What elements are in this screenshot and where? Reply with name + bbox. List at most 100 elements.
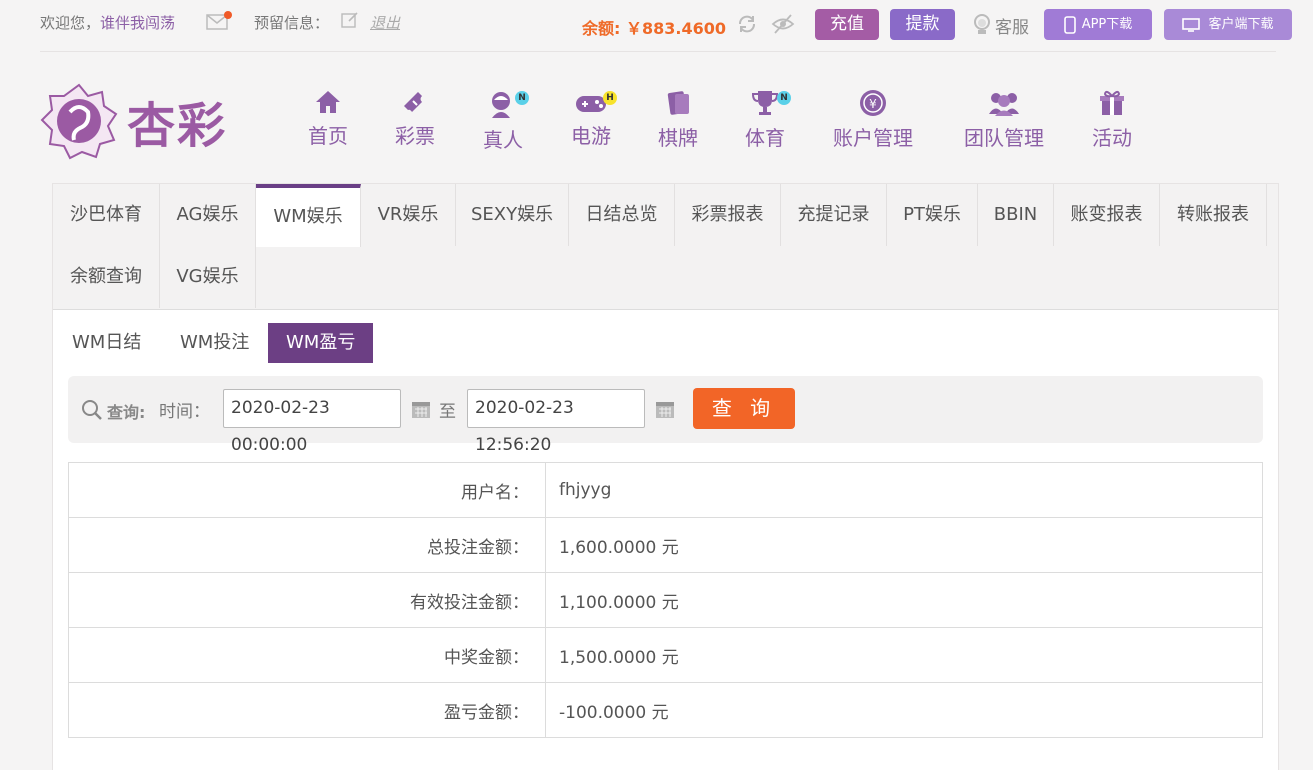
home-icon	[316, 91, 340, 113]
nav-live-label: 真人	[483, 128, 523, 152]
win-amount-value: 1,500.0000 元	[545, 627, 1263, 683]
logo-emblem-icon	[40, 83, 118, 160]
tab-balance-change[interactable]: 账变报表	[1054, 184, 1160, 246]
tab-bbin[interactable]: BBIN	[978, 184, 1054, 246]
nav-home-label: 首页	[308, 124, 348, 148]
nav-home[interactable]: 首页	[302, 88, 354, 149]
nav-slots-label: 电游	[571, 124, 611, 148]
nav-sports[interactable]: N 体育	[739, 88, 791, 151]
subtab-wm-bets[interactable]: WM投注	[176, 323, 253, 363]
report-tabs: 沙巴体育 AG娱乐 WM娱乐 VR娱乐 SEXY娱乐 日结总览 彩票报表 充提记…	[53, 184, 1278, 310]
service-link[interactable]: 客服	[995, 13, 1029, 38]
nav-promotions[interactable]: 活动	[1086, 88, 1138, 151]
nav-promotions-label: 活动	[1092, 126, 1132, 150]
tab-deposit-withdraw[interactable]: 充提记录	[781, 184, 887, 246]
end-time-input[interactable]: 2020-02-23 12:56:20	[467, 389, 645, 455]
tab-balance-query[interactable]: 余额查询	[53, 246, 160, 308]
query-label: 查询:	[107, 403, 146, 422]
badge-new: N	[777, 91, 791, 105]
charge-button[interactable]: 充值	[815, 9, 879, 40]
tab-vr[interactable]: VR娱乐	[361, 184, 456, 246]
tab-sexy[interactable]: SEXY娱乐	[456, 184, 569, 246]
query-button[interactable]: 查 询	[693, 388, 795, 429]
live-dealer-icon	[492, 92, 510, 118]
nav-lottery[interactable]: 彩票	[389, 88, 441, 149]
profit-loss-key: 盈亏金额：	[68, 682, 546, 738]
hide-balance-icon[interactable]	[771, 13, 795, 39]
tab-daily-summary[interactable]: 日结总览	[569, 184, 675, 246]
lottery-ticket-icon	[404, 92, 426, 112]
profit-loss-value: -100.0000 元	[545, 682, 1263, 738]
phone-icon	[1063, 15, 1076, 34]
svg-text:¥: ¥	[869, 97, 877, 111]
subtab-wm-profit[interactable]: WM盈亏	[268, 323, 374, 363]
top-bar: 欢迎您，谁伴我闯荡 预留信息： 退出 余额: ￥883.4600 充值 提款 客…	[40, 0, 1292, 52]
report-panel: 沙巴体育 AG娱乐 WM娱乐 VR娱乐 SEXY娱乐 日结总览 彩票报表 充提记…	[52, 183, 1279, 770]
badge-hot: H	[603, 91, 617, 105]
tab-vg[interactable]: VG娱乐	[160, 246, 256, 308]
calendar-icon[interactable]	[655, 399, 675, 423]
logo-text: 杏彩	[127, 98, 228, 154]
nav-lottery-label: 彩票	[395, 124, 435, 148]
valid-bet-key: 有效投注金额：	[68, 572, 546, 628]
tab-transfer-report[interactable]: 转账报表	[1160, 184, 1267, 246]
win-amount-key: 中奖金额：	[68, 627, 546, 683]
tab-wm[interactable]: WM娱乐	[256, 184, 361, 247]
app-download-button[interactable]: APP下载	[1044, 9, 1152, 40]
balance: 余额: ￥883.4600	[582, 15, 726, 39]
time-label: 时间：	[159, 402, 210, 422]
gift-icon	[1100, 90, 1124, 115]
username-key: 用户名：	[68, 462, 546, 518]
playing-cards-icon	[667, 91, 689, 115]
edit-icon[interactable]	[341, 11, 359, 33]
withdraw-button[interactable]: 提款	[890, 9, 955, 40]
tab-lottery-report[interactable]: 彩票报表	[675, 184, 781, 246]
balance-value: ￥883.4600	[625, 19, 726, 38]
profit-result-table: 用户名： fhjyyg 总投注金额： 1,600.0000 元 有效投注金额： …	[68, 462, 1263, 738]
query-bar: 查询: 时间： 2020-02-23 00:00:00 至 2020-02-23…	[68, 376, 1263, 455]
tab-saba-sports[interactable]: 沙巴体育	[53, 184, 160, 246]
nav-slots[interactable]: H 电游	[565, 88, 617, 149]
total-bet-value: 1,600.0000 元	[545, 517, 1263, 573]
table-row: 中奖金额： 1,500.0000 元	[68, 627, 1263, 683]
badge-new: N	[515, 91, 529, 105]
total-bet-key: 总投注金额：	[68, 517, 546, 573]
nav-team-label: 团队管理	[964, 126, 1044, 150]
gamepad-icon	[576, 96, 606, 112]
balance-label: 余额:	[582, 19, 621, 38]
search-icon	[81, 399, 103, 425]
nav-team[interactable]: 团队管理	[957, 88, 1051, 151]
service-icon[interactable]	[972, 13, 992, 39]
nav-cards-label: 棋牌	[658, 126, 698, 150]
table-row: 有效投注金额： 1,100.0000 元	[68, 572, 1263, 628]
username-link[interactable]: 谁伴我闯荡	[100, 14, 175, 32]
subtab-wm-daily[interactable]: WM日结	[68, 323, 145, 363]
coin-icon: ¥	[860, 90, 886, 116]
nav-cards[interactable]: 棋牌	[652, 88, 704, 151]
logout-link[interactable]: 退出	[370, 12, 400, 33]
table-row: 盈亏金额： -100.0000 元	[68, 682, 1263, 738]
table-row: 用户名： fhjyyg	[68, 462, 1263, 518]
team-icon	[989, 93, 1019, 116]
welcome-text: 欢迎您，谁伴我闯荡	[40, 12, 175, 33]
to-label: 至	[439, 402, 456, 422]
nav-live[interactable]: N 真人	[477, 88, 529, 153]
username-value: fhjyyg	[545, 462, 1263, 518]
valid-bet-value: 1,100.0000 元	[545, 572, 1263, 628]
nav-account[interactable]: ¥ 账户管理	[826, 88, 920, 151]
nav-account-label: 账户管理	[833, 126, 913, 150]
welcome-label: 欢迎您，	[40, 14, 101, 32]
mail-icon[interactable]	[206, 11, 232, 35]
table-row: 总投注金额： 1,600.0000 元	[68, 517, 1263, 573]
nav-sports-label: 体育	[745, 126, 785, 150]
monitor-icon	[1182, 17, 1201, 32]
start-time-input[interactable]: 2020-02-23 00:00:00	[223, 389, 401, 455]
tab-ag[interactable]: AG娱乐	[160, 184, 256, 246]
logo[interactable]: 杏彩	[40, 82, 227, 160]
client-download-button[interactable]: 客户端下载	[1164, 9, 1292, 40]
app-download-label: APP下载	[1081, 17, 1133, 32]
calendar-icon[interactable]	[411, 399, 431, 423]
trophy-icon	[751, 91, 779, 115]
refresh-icon[interactable]	[736, 13, 758, 39]
tab-pt[interactable]: PT娱乐	[887, 184, 978, 246]
